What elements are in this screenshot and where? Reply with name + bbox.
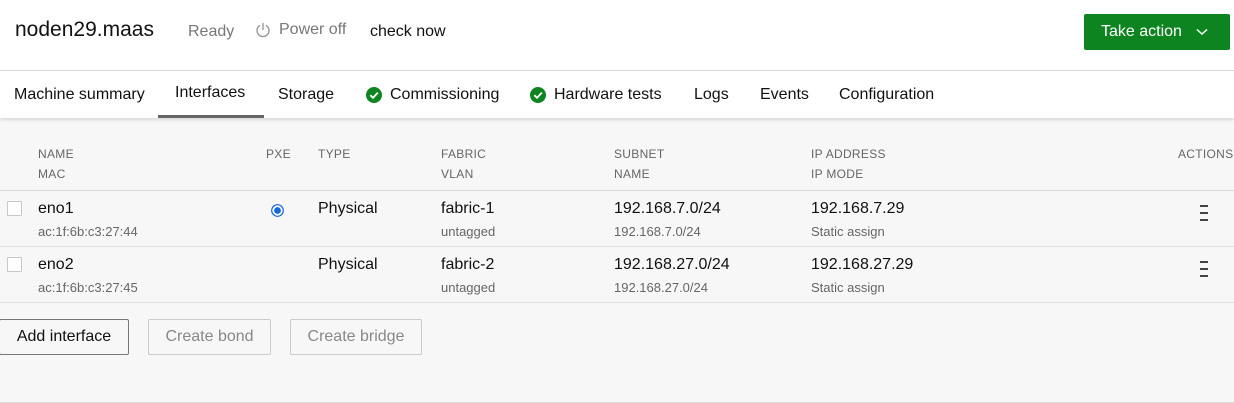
header-ip-mode[interactable]: IP MODE — [811, 167, 864, 181]
check-now-link[interactable]: check now — [370, 23, 446, 41]
tab-events[interactable]: Events — [760, 71, 809, 118]
interface-ip-address: 192.168.7.29 — [811, 200, 905, 217]
success-check-icon — [530, 86, 546, 103]
table-row: eno1 ac:1f:6b:c3:27:44 Physical fabric-1… — [0, 191, 1234, 247]
header-ip-address[interactable]: IP ADDRESS — [811, 147, 886, 161]
machine-hostname: noden29.maas — [15, 18, 154, 41]
tab-label: Logs — [694, 85, 729, 103]
take-action-label: Take action — [1101, 23, 1182, 40]
interface-name: eno1 — [38, 200, 74, 217]
interface-type: Physical — [318, 256, 378, 273]
interface-subnet: 192.168.7.0/24 — [614, 200, 721, 217]
create-bond-button[interactable]: Create bond — [148, 319, 271, 355]
interface-mac: ac:1f:6b:c3:27:44 — [38, 224, 138, 239]
interface-ip-mode: Static assign — [811, 224, 885, 239]
header-vlan[interactable]: VLAN — [441, 167, 474, 181]
machine-status: Ready — [188, 23, 235, 40]
interfaces-table-header: NAME MAC PXE TYPE FABRIC VLAN SUBNET NAM… — [0, 118, 1234, 191]
interface-ip-address: 192.168.27.29 — [811, 256, 914, 273]
kebab-menu-icon[interactable] — [1199, 204, 1209, 222]
interface-subnet-name: 192.168.7.0/24 — [614, 224, 701, 239]
row-checkbox[interactable] — [7, 257, 22, 272]
tab-label: Storage — [278, 85, 335, 103]
power-label: Power off — [279, 21, 347, 38]
interface-fabric: fabric-1 — [441, 200, 495, 217]
interface-mac: ac:1f:6b:c3:27:45 — [38, 280, 138, 295]
header-mac[interactable]: MAC — [38, 167, 66, 181]
tab-label: Interfaces — [175, 84, 246, 101]
header-pxe: PXE — [266, 147, 291, 161]
machine-tabs: Machine summary Interfaces Storage Commi… — [0, 71, 1234, 118]
interface-name: eno2 — [38, 256, 74, 273]
power-icon — [256, 22, 270, 38]
create-bridge-button[interactable]: Create bridge — [290, 319, 422, 355]
header-subnet-name[interactable]: NAME — [614, 167, 650, 181]
tab-label: Events — [760, 85, 809, 103]
interface-fabric: fabric-2 — [441, 256, 495, 273]
tab-label: Configuration — [839, 85, 935, 103]
tab-machine-summary[interactable]: Machine summary — [14, 71, 145, 118]
take-action-button[interactable]: Take action — [1084, 14, 1230, 50]
tab-storage[interactable]: Storage — [278, 71, 334, 118]
interface-type: Physical — [318, 200, 378, 217]
add-interface-button[interactable]: Add interface — [0, 319, 129, 355]
tab-configuration[interactable]: Configuration — [839, 71, 934, 118]
tab-label: Machine summary — [14, 85, 145, 103]
tab-hardware-tests[interactable]: Hardware tests — [530, 71, 662, 118]
tab-interfaces[interactable]: Interfaces — [158, 71, 264, 118]
chevron-down-icon — [1196, 28, 1208, 36]
interface-ip-mode: Static assign — [811, 280, 885, 295]
header-fabric[interactable]: FABRIC — [441, 147, 486, 161]
interface-vlan: untagged — [441, 224, 496, 239]
interface-vlan: untagged — [441, 280, 496, 295]
tab-label: Commissioning — [390, 85, 500, 103]
header-actions: ACTIONS — [1178, 147, 1234, 161]
tab-commissioning[interactable]: Commissioning — [366, 71, 499, 118]
kebab-menu-icon[interactable] — [1199, 260, 1209, 278]
row-checkbox[interactable] — [7, 201, 22, 216]
interface-subnet-name: 192.168.27.0/24 — [614, 280, 708, 295]
tab-logs[interactable]: Logs — [694, 71, 729, 118]
table-row: eno2 ac:1f:6b:c3:27:45 Physical fabric-2… — [0, 247, 1234, 303]
header-subnet[interactable]: SUBNET — [614, 147, 664, 161]
machine-header: noden29.maas Ready Power off check now T… — [0, 0, 1234, 71]
header-name[interactable]: NAME — [38, 147, 74, 161]
header-type: TYPE — [318, 147, 351, 161]
interface-subnet: 192.168.27.0/24 — [614, 256, 730, 273]
pxe-radio-selected-icon[interactable] — [271, 204, 284, 217]
success-check-icon — [366, 86, 382, 103]
power-status: Power off — [255, 21, 346, 39]
tab-label: Hardware tests — [554, 85, 662, 103]
